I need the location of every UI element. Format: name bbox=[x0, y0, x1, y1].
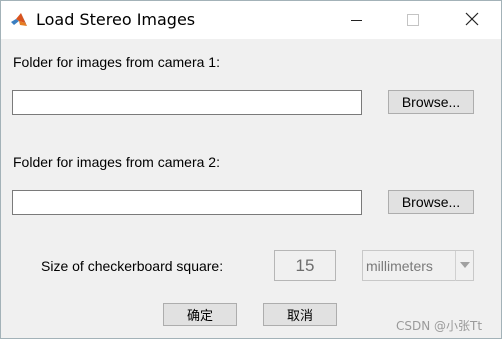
checkerboard-size-label: Size of checkerboard square: bbox=[41, 258, 224, 274]
checkerboard-size-input[interactable]: 15 bbox=[274, 250, 336, 281]
window-title: Load Stereo Images bbox=[36, 10, 196, 29]
close-icon bbox=[465, 12, 479, 26]
chevron-down-icon bbox=[460, 262, 470, 268]
units-dropdown[interactable]: millimeters bbox=[362, 250, 474, 281]
camera1-browse-button[interactable]: Browse... bbox=[388, 90, 474, 114]
camera2-folder-label: Folder for images from camera 2: bbox=[13, 154, 220, 170]
watermark: CSDN @小张Tt bbox=[396, 319, 483, 333]
camera2-folder-input[interactable] bbox=[12, 190, 362, 215]
camera1-folder-input[interactable] bbox=[12, 90, 362, 115]
minimize-icon bbox=[351, 20, 362, 21]
cancel-button[interactable]: 取消 bbox=[263, 303, 337, 326]
matlab-logo-icon bbox=[10, 11, 28, 29]
close-button[interactable] bbox=[449, 1, 495, 39]
dropdown-arrow[interactable] bbox=[455, 251, 473, 281]
minimize-button[interactable] bbox=[331, 1, 377, 39]
ok-button[interactable]: 确定 bbox=[163, 303, 237, 326]
maximize-icon bbox=[407, 14, 419, 26]
maximize-button[interactable] bbox=[389, 1, 435, 39]
camera1-folder-label: Folder for images from camera 1: bbox=[13, 54, 220, 70]
load-stereo-images-dialog: Load Stereo Images Folder for images fro… bbox=[0, 0, 502, 339]
camera2-browse-button[interactable]: Browse... bbox=[388, 190, 474, 214]
units-selected-value: millimeters bbox=[366, 258, 433, 274]
title-bar[interactable]: Load Stereo Images bbox=[1, 1, 501, 39]
